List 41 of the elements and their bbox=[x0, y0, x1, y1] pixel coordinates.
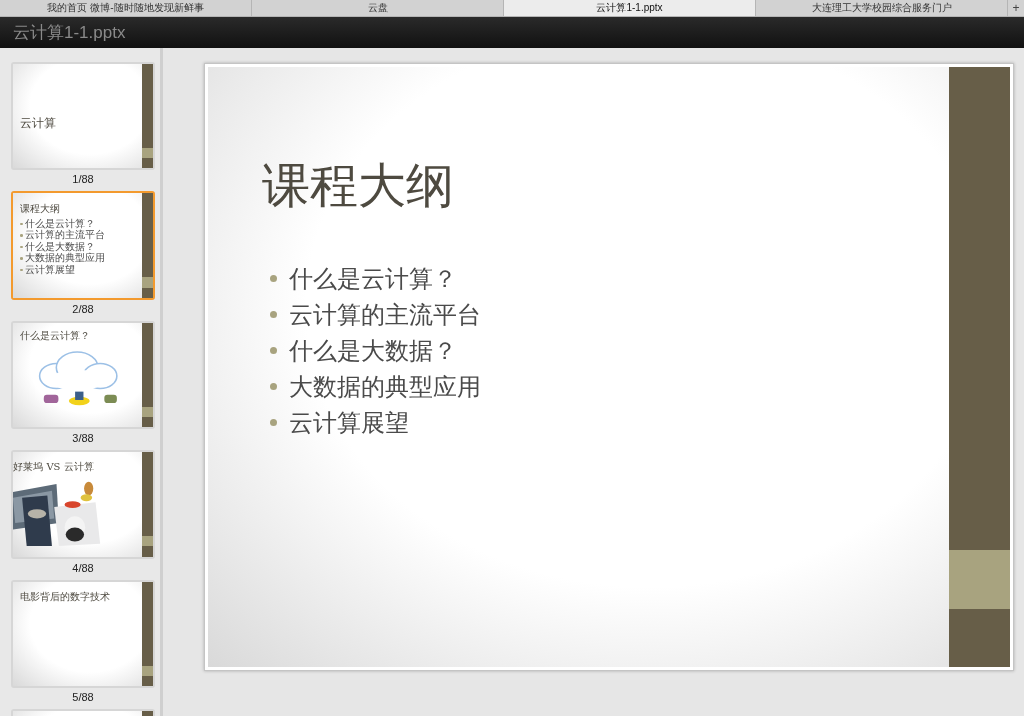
slide-title: 云计算 bbox=[20, 116, 58, 131]
slide-title: 课程大纲 bbox=[262, 157, 455, 215]
slide-title: 好莱坞 VS 云计算 bbox=[13, 460, 95, 473]
new-tab-button[interactable]: + bbox=[1008, 0, 1024, 16]
bullet-icon bbox=[20, 268, 23, 272]
bullet-icon bbox=[270, 419, 277, 427]
bullet-text: 云计算展望 bbox=[24, 264, 75, 276]
slide-number: 2/88 bbox=[72, 301, 94, 317]
bullet-text: 云计算的主流平台 bbox=[24, 230, 105, 241]
bullet-text: 什么是大数据？ bbox=[289, 338, 457, 363]
bullet-icon bbox=[20, 257, 23, 260]
slide-thumbnail[interactable]: 电影背后的数字技术 bbox=[11, 579, 155, 688]
slide-number: 5/88 bbox=[72, 689, 94, 705]
slide-number: 3/88 bbox=[72, 431, 94, 447]
bullet-icon bbox=[20, 234, 23, 237]
slide-thumbnail[interactable]: 云计算 bbox=[11, 62, 155, 171]
bullet-text: 云计算的主流平台 bbox=[289, 302, 481, 327]
slide-thumbnail[interactable]: 课程大纲 什么是云计算？ 云计算的主流平台 什么是大数据？ 大数据的典型应用 云计算展望 bbox=[11, 191, 155, 300]
slide-number: 1/88 bbox=[72, 172, 94, 188]
bullet-text: 大数据的典型应用 bbox=[24, 253, 105, 264]
bullet-text: 什么是大数据？ bbox=[24, 241, 95, 252]
bullet-icon bbox=[270, 311, 277, 319]
bullet-icon bbox=[270, 275, 277, 283]
browser-tab[interactable]: 我的首页 微博-随时随地发现新鲜事 bbox=[0, 0, 252, 16]
slide-title: 电影背后的数字技术 bbox=[20, 591, 112, 604]
bullet-text: 大数据的典型应用 bbox=[289, 374, 481, 399]
bullet-text: 什么是云计算？ bbox=[289, 266, 457, 291]
slide-thumbnail[interactable]: 什么是云计算？ bbox=[11, 320, 155, 430]
slide-number: 4/88 bbox=[72, 560, 94, 576]
bullet-icon bbox=[270, 347, 277, 355]
bullet-icon bbox=[20, 222, 23, 226]
bullet-text: 什么是云计算？ bbox=[24, 218, 95, 230]
slide-title: 课程大纲 bbox=[20, 202, 62, 215]
bullet-icon bbox=[20, 245, 23, 249]
slide-thumbnail[interactable]: 好莱坞 VS 云计算 bbox=[11, 450, 155, 559]
browser-tab[interactable]: 云计算1-1.pptx bbox=[504, 0, 756, 16]
slide-title: 什么是云计算？ bbox=[20, 329, 92, 342]
document-title: 云计算1-1.pptx bbox=[13, 22, 126, 44]
bullet-text: 云计算展望 bbox=[289, 410, 409, 435]
bullet-icon bbox=[270, 383, 277, 391]
browser-tab[interactable]: 大连理工大学校园综合服务门户 bbox=[756, 0, 1008, 16]
